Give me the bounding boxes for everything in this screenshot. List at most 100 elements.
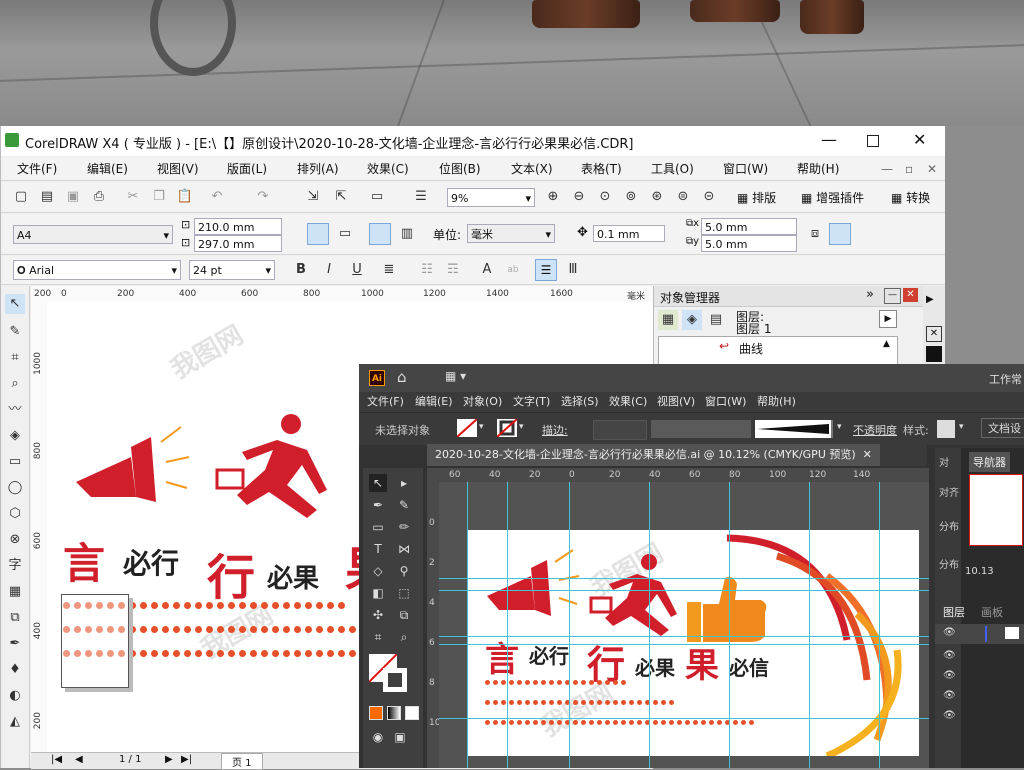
layer-manager-icon[interactable]: ▤ (706, 310, 726, 330)
fill-dropdown-icon[interactable]: ▾ (479, 422, 484, 432)
height-field[interactable]: 297.0 mm (194, 235, 282, 252)
italic-icon[interactable]: I (319, 260, 339, 280)
navigator-thumbnail[interactable] (969, 474, 1023, 546)
last-page-icon[interactable]: ▶| (181, 754, 192, 765)
scroll-up-icon[interactable]: ▲ (883, 339, 890, 349)
rectangle-tool-icon[interactable]: ▭ (5, 452, 25, 472)
ai-menu-file[interactable]: 文件(F) (367, 392, 404, 412)
app-launcher-icon[interactable]: ▭ (367, 187, 387, 207)
ai-canvas[interactable]: 我图网 我图网 言 必行 行 必果 果 必信 (439, 482, 929, 768)
underline-icon[interactable]: U (347, 260, 367, 280)
treat-as-filled-icon[interactable]: ⧈ (805, 224, 825, 244)
doc-setup-button[interactable]: 文档设 (981, 418, 1024, 438)
align-icon[interactable]: ≣ (379, 260, 399, 280)
screen-mode-icon[interactable]: ▣ (391, 728, 409, 746)
blend-tool-icon[interactable]: ⬚ (395, 584, 413, 602)
interactive-fill-icon[interactable]: ◭ (5, 712, 25, 732)
menu-text[interactable]: 文本(X) (511, 158, 553, 180)
menu-view[interactable]: 视图(V) (157, 158, 199, 180)
stroke-label[interactable]: 描边: (542, 422, 568, 438)
horizontal-text-button[interactable]: ☰ (535, 259, 557, 281)
show-properties-icon[interactable]: ▦ (658, 310, 678, 330)
freehand-tool-icon[interactable]: 〰 (5, 400, 25, 420)
visibility-eye-icon[interactable]: 👁 (943, 690, 956, 701)
black-swatch[interactable] (926, 346, 942, 362)
ai-menu-edit[interactable]: 编辑(E) (415, 392, 453, 412)
save-icon[interactable]: ▣ (63, 187, 83, 207)
units-select[interactable]: 毫米 ▾ (467, 224, 555, 243)
text-format-icon[interactable]: A (477, 260, 497, 280)
menu-tools[interactable]: 工具(O) (651, 158, 694, 180)
next-page-icon[interactable]: ▶ (165, 754, 173, 765)
maximize-icon[interactable] (867, 135, 879, 147)
variable-width-field[interactable] (651, 420, 751, 438)
dup-x-field[interactable]: 5.0 mm (701, 218, 797, 235)
paste-icon[interactable]: 📋 (175, 187, 195, 207)
scroll-right-icon[interactable]: ▶ (926, 294, 934, 305)
enhance-plugin-button[interactable]: ▦ 增强插件 (801, 189, 864, 206)
pencil-tool-icon[interactable]: ✏ (395, 518, 413, 536)
bullet-icon[interactable]: ☷ (417, 260, 437, 280)
text-tool-icon[interactable]: 字 (5, 556, 25, 576)
visibility-eye-icon[interactable]: 👁 (943, 650, 956, 661)
vertical-text-icon[interactable]: Ⅲ (563, 260, 583, 280)
visibility-eye-icon[interactable]: 👁 (943, 627, 956, 638)
paper-size-select[interactable]: A4 ▾ (13, 225, 173, 244)
copy-icon[interactable]: ❐ (149, 187, 169, 207)
minimize-icon[interactable]: — (821, 130, 837, 149)
stroke-swatch[interactable] (496, 418, 518, 438)
stroke-weight-field[interactable] (593, 420, 647, 440)
outline-icon[interactable]: ♦ (5, 660, 25, 680)
brush-dropdown-icon[interactable]: ▾ (837, 422, 842, 432)
interactive-icon[interactable]: ⧉ (5, 608, 25, 628)
zoom-out-icon[interactable]: ⊖ (569, 187, 589, 207)
zoom-page-icon[interactable]: ⊛ (647, 187, 667, 207)
layer-row[interactable]: 👁 (935, 624, 1024, 644)
menu-arrange[interactable]: 排列(A) (297, 158, 339, 180)
draw-mode-icon[interactable]: ◉ (369, 728, 387, 746)
ai-menu-window[interactable]: 窗口(W) (705, 392, 746, 412)
expand-icon[interactable]: » (866, 287, 874, 302)
visibility-eye-icon[interactable]: 👁 (943, 710, 956, 721)
selection-tool-icon[interactable]: ↖ (369, 474, 387, 492)
zoom-all-icon[interactable]: ⊚ (621, 187, 641, 207)
visibility-eye-icon[interactable]: 👁 (943, 670, 956, 681)
layers-tab[interactable]: 图层 (943, 604, 965, 620)
navigator-tab[interactable]: 导航器 (969, 452, 1010, 472)
crop-tool-icon[interactable]: ⌗ (5, 348, 25, 368)
landscape-icon[interactable]: ▭ (335, 224, 355, 244)
font-name-select[interactable]: 𝐎 Arial ▾ (13, 260, 181, 280)
doc-minimize-icon[interactable]: — (881, 158, 893, 180)
ai-menu-type[interactable]: 文字(T) (513, 392, 550, 412)
width-field[interactable]: 210.0 mm (194, 218, 282, 235)
fill-icon[interactable]: ◐ (5, 686, 25, 706)
undo-icon[interactable]: ↶ (207, 187, 227, 207)
menu-table[interactable]: 表格(T) (581, 158, 622, 180)
style-swatch[interactable] (937, 420, 955, 438)
shape-builder-icon[interactable]: ⧉ (395, 606, 413, 624)
fill-swatch[interactable] (456, 418, 478, 438)
current-page-icon[interactable]: ▥ (397, 224, 417, 244)
stroke-dropdown-icon[interactable]: ▾ (519, 422, 524, 432)
first-page-icon[interactable]: |◀ (51, 754, 62, 765)
portrait-button[interactable] (307, 223, 329, 245)
symbol-tool-icon[interactable]: ✣ (369, 606, 387, 624)
prev-page-icon[interactable]: ◀ (75, 754, 83, 765)
no-fill-swatch[interactable]: ✕ (926, 326, 942, 342)
pen-tool-icon[interactable]: ✒ (369, 496, 387, 514)
zoom-in-icon[interactable]: ⊕ (543, 187, 563, 207)
eyedropper-tool-icon[interactable]: ⚲ (395, 562, 413, 580)
menu-layout[interactable]: 版面(L) (227, 158, 267, 180)
table-tool-icon[interactable]: ▦ (5, 582, 25, 602)
page-tab[interactable]: 页 1 (221, 753, 263, 770)
export-icon[interactable]: ⇱ (331, 187, 351, 207)
menu-edit[interactable]: 编辑(E) (87, 158, 128, 180)
print-icon[interactable]: ⎙ (89, 187, 109, 207)
ai-menu-object[interactable]: 对象(O) (463, 392, 502, 412)
menu-effects[interactable]: 效果(C) (367, 158, 409, 180)
width-tool-icon[interactable]: ⋈ (395, 540, 413, 558)
zoom-width-icon[interactable]: ⊜ (673, 187, 693, 207)
object-item[interactable]: 曲线 (739, 340, 763, 357)
navigator-zoom[interactable]: 10.13 (965, 566, 994, 577)
open-folder-icon[interactable]: ▤ (37, 187, 57, 207)
